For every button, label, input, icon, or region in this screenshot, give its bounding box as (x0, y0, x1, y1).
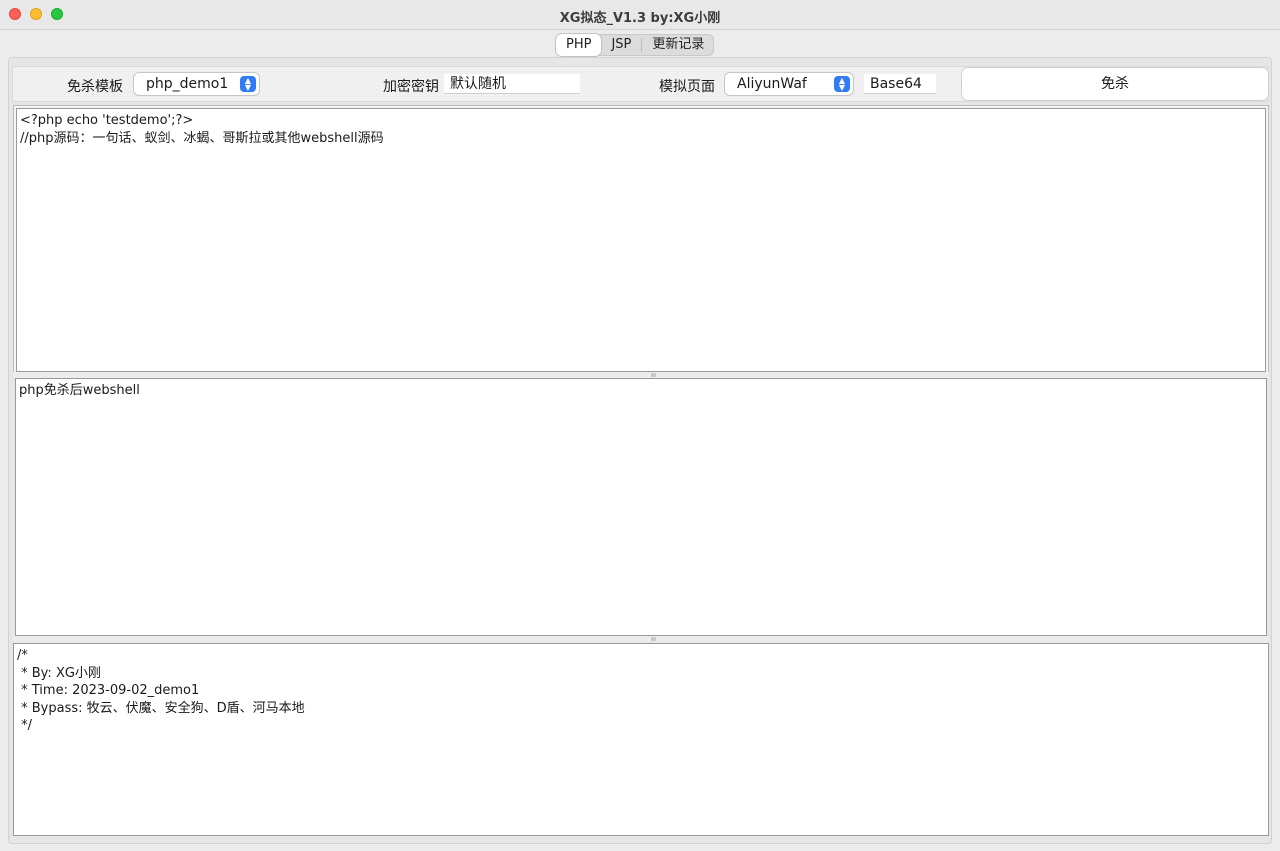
page-select-value: AliyunWaf (737, 76, 807, 92)
key-label: 加密密钥 (383, 79, 439, 95)
template-select-value: php_demo1 (146, 76, 229, 92)
template-label: 免杀模板 (67, 79, 123, 95)
tab-changelog[interactable]: 更新记录 (642, 34, 714, 56)
split-divider-2[interactable] (13, 636, 1269, 642)
updown-chevron-icon: ▲ ▼ (834, 76, 850, 92)
output-editor[interactable]: php免杀后webshell (15, 378, 1267, 636)
encoding-input[interactable]: Base64 (864, 74, 936, 94)
run-bypass-button[interactable]: 免杀 (962, 68, 1268, 100)
updown-chevron-icon: ▲ ▼ (240, 76, 256, 92)
template-select[interactable]: php_demo1 ▲ ▼ (134, 73, 259, 95)
tab-bar: PHP JSP 更新记录 (556, 34, 715, 56)
key-input[interactable]: 默认随机 (444, 74, 580, 94)
tab-php[interactable]: PHP (556, 34, 602, 56)
tab-jsp[interactable]: JSP (601, 34, 641, 56)
divider-grip (651, 637, 656, 641)
divider-grip (651, 373, 656, 377)
page-label: 模拟页面 (659, 79, 715, 95)
page-select[interactable]: AliyunWaf ▲ ▼ (725, 73, 853, 95)
log-editor[interactable]: /* * By: XG小刚 * Time: 2023-09-02_demo1 *… (13, 643, 1269, 836)
source-editor[interactable]: <?php echo 'testdemo';?> //php源码：一句话、蚁剑、… (16, 108, 1266, 372)
window-title: XG拟态_V1.3 by:XG小刚 (559, 11, 721, 26)
title-bar: XG拟态_V1.3 by:XG小刚 (0, 0, 1280, 30)
